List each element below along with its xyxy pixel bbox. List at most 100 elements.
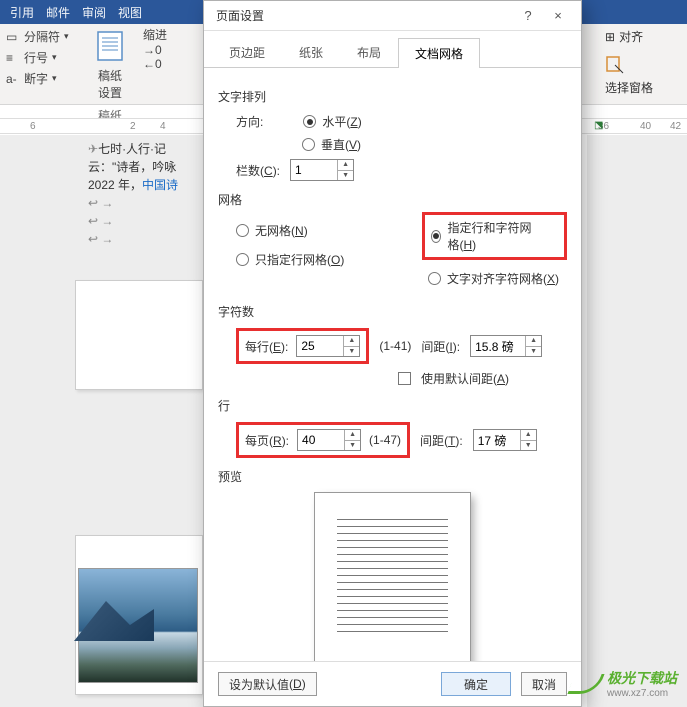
tab-document-grid[interactable]: 文档网格 bbox=[398, 38, 480, 68]
char-pitch-spinner[interactable]: ▲▼ bbox=[470, 335, 542, 357]
radio-icon bbox=[236, 253, 249, 266]
per-page-range: (1-47) bbox=[369, 433, 401, 447]
char-pitch-input[interactable] bbox=[471, 336, 525, 356]
radio-icon bbox=[431, 230, 441, 243]
default-pitch-label: 使用默认间距(A) bbox=[421, 370, 509, 387]
dialog-tabs: 页边距 纸张 布局 文档网格 bbox=[204, 31, 581, 68]
spin-down-icon[interactable]: ▼ bbox=[344, 347, 359, 357]
columns-spinner[interactable]: ▲▼ bbox=[290, 159, 354, 181]
document-canvas-right bbox=[587, 135, 687, 707]
fly-icon: ✈ bbox=[88, 142, 98, 156]
spin-up-icon[interactable]: ▲ bbox=[338, 160, 353, 171]
help-button[interactable]: ? bbox=[513, 8, 543, 23]
manuscript-label-2[interactable]: 设置 bbox=[80, 84, 140, 101]
doc-link[interactable]: 中国诗 bbox=[142, 178, 178, 192]
spin-up-icon[interactable]: ▲ bbox=[345, 430, 360, 441]
per-page-spinner[interactable]: ▲▼ bbox=[297, 429, 361, 451]
per-line-label: 每行(E): bbox=[245, 338, 288, 355]
manuscript-label-1[interactable]: 稿纸 bbox=[80, 67, 140, 84]
indent-label: 缩进 bbox=[143, 26, 193, 43]
hyphen-icon: a- bbox=[6, 72, 20, 86]
hyphenation-button[interactable]: a-断字▾ bbox=[6, 68, 76, 89]
radio-horizontal[interactable]: 水平(Z) bbox=[303, 113, 361, 130]
spin-up-icon[interactable]: ▲ bbox=[521, 430, 536, 441]
dialog-footer: 设为默认值(D) 确定 取消 bbox=[204, 661, 581, 706]
doc-line-2: 云："诗者，吟咏 bbox=[88, 158, 208, 176]
line-pitch-spinner[interactable]: ▲▼ bbox=[473, 429, 537, 451]
doc-line-1: 七时·人行·记 bbox=[98, 142, 166, 156]
char-pitch-label: 间距(I): bbox=[421, 338, 460, 355]
per-page-input[interactable] bbox=[298, 430, 344, 450]
spin-down-icon[interactable]: ▼ bbox=[345, 441, 360, 451]
set-default-button[interactable]: 设为默认值(D) bbox=[218, 672, 317, 696]
tab-mailings[interactable]: 邮件 bbox=[46, 4, 70, 21]
indent-right[interactable]: ←0 bbox=[143, 57, 193, 71]
preview-thumbnail bbox=[315, 493, 470, 661]
line-pitch-input[interactable] bbox=[474, 430, 520, 450]
radio-lines-and-chars[interactable]: 指定行和字符网格(H) bbox=[431, 219, 534, 253]
align-icon: ⊞ bbox=[605, 30, 615, 44]
linenum-icon: ≡ bbox=[6, 51, 20, 65]
columns-input[interactable] bbox=[291, 160, 337, 180]
document-text[interactable]: ✈七时·人行·记 云："诗者，吟咏 2022 年，中国诗 ↩ → ↩ → ↩ → bbox=[88, 140, 208, 248]
dialog-title: 页面设置 bbox=[216, 7, 513, 24]
radio-vertical[interactable]: 垂直(V) bbox=[302, 136, 361, 153]
ribbon-page-group: ▭分隔符▾ ≡行号▾ a-断字▾ bbox=[6, 26, 76, 89]
per-line-spinner[interactable]: ▲▼ bbox=[296, 335, 360, 357]
radio-lines-only[interactable]: 只指定行网格(O) bbox=[236, 251, 344, 268]
manuscript-icon[interactable] bbox=[92, 28, 128, 64]
para-mark-3: ↩ → bbox=[88, 230, 208, 248]
radio-icon bbox=[302, 138, 315, 151]
section-text-direction: 文字排列 bbox=[218, 88, 567, 105]
tab-references[interactable]: 引用 bbox=[10, 4, 34, 21]
tab-review[interactable]: 审阅 bbox=[82, 4, 106, 21]
para-mark-2: ↩ → bbox=[88, 212, 208, 230]
section-preview: 预览 bbox=[218, 468, 567, 485]
columns-label: 栏数(C): bbox=[236, 162, 280, 179]
section-grid: 网格 bbox=[218, 191, 567, 208]
radio-icon bbox=[428, 272, 441, 285]
spin-down-icon[interactable]: ▼ bbox=[526, 347, 541, 357]
ok-button[interactable]: 确定 bbox=[441, 672, 511, 696]
ribbon-indent-group: 缩进 →0 ←0 bbox=[143, 26, 193, 71]
section-chars: 字符数 bbox=[218, 303, 567, 320]
line-pitch-label: 间距(T): bbox=[420, 432, 463, 449]
indent-left-icon: → bbox=[143, 43, 155, 57]
tab-paper[interactable]: 纸张 bbox=[282, 37, 340, 67]
doc-line-3a: 2022 年， bbox=[88, 178, 142, 192]
close-button[interactable]: × bbox=[543, 8, 573, 23]
spin-up-icon[interactable]: ▲ bbox=[526, 336, 541, 347]
tab-marker-icon: ⬔ bbox=[594, 120, 603, 131]
per-line-range: (1-41) bbox=[379, 339, 411, 353]
cancel-button[interactable]: 取消 bbox=[521, 672, 567, 696]
dialog-body: 文字排列 方向: 水平(Z) 垂直(V) 栏数(C): ▲▼ 网格 无网格(N)… bbox=[204, 68, 581, 661]
radio-align-chars[interactable]: 文字对齐字符网格(X) bbox=[428, 270, 559, 287]
align-button[interactable]: ⊞对齐 bbox=[605, 26, 685, 47]
breaks-icon: ▭ bbox=[6, 30, 20, 44]
line-numbers-button[interactable]: ≡行号▾ bbox=[6, 47, 76, 68]
page-setup-dialog: 页面设置 ? × 页边距 纸张 布局 文档网格 文字排列 方向: 水平(Z) 垂… bbox=[203, 0, 582, 707]
indent-left[interactable]: →0 bbox=[143, 43, 193, 57]
section-lines: 行 bbox=[218, 397, 567, 414]
ribbon-manuscript-group: 稿纸 设置 稿纸 bbox=[80, 26, 140, 124]
default-pitch-checkbox[interactable] bbox=[398, 372, 411, 385]
spin-down-icon[interactable]: ▼ bbox=[338, 171, 353, 181]
tab-view[interactable]: 视图 bbox=[118, 4, 142, 21]
radio-icon bbox=[303, 115, 316, 128]
para-mark-1: ↩ → bbox=[88, 194, 208, 212]
radio-icon bbox=[236, 224, 249, 237]
indent-right-icon: ← bbox=[143, 57, 155, 71]
breaks-button[interactable]: ▭分隔符▾ bbox=[6, 26, 76, 47]
page-corner bbox=[75, 280, 203, 390]
select-pane-button[interactable]: 选择窗格 bbox=[605, 79, 685, 96]
select-pane-icon[interactable] bbox=[605, 55, 625, 75]
document-image[interactable] bbox=[78, 568, 198, 683]
spin-up-icon[interactable]: ▲ bbox=[344, 336, 359, 347]
tab-layout[interactable]: 布局 bbox=[340, 37, 398, 67]
per-page-label: 每页(R): bbox=[245, 432, 289, 449]
dialog-titlebar[interactable]: 页面设置 ? × bbox=[204, 1, 581, 31]
spin-down-icon[interactable]: ▼ bbox=[521, 441, 536, 451]
per-line-input[interactable] bbox=[297, 336, 343, 356]
tab-margins[interactable]: 页边距 bbox=[212, 37, 282, 67]
radio-no-grid[interactable]: 无网格(N) bbox=[236, 222, 308, 239]
